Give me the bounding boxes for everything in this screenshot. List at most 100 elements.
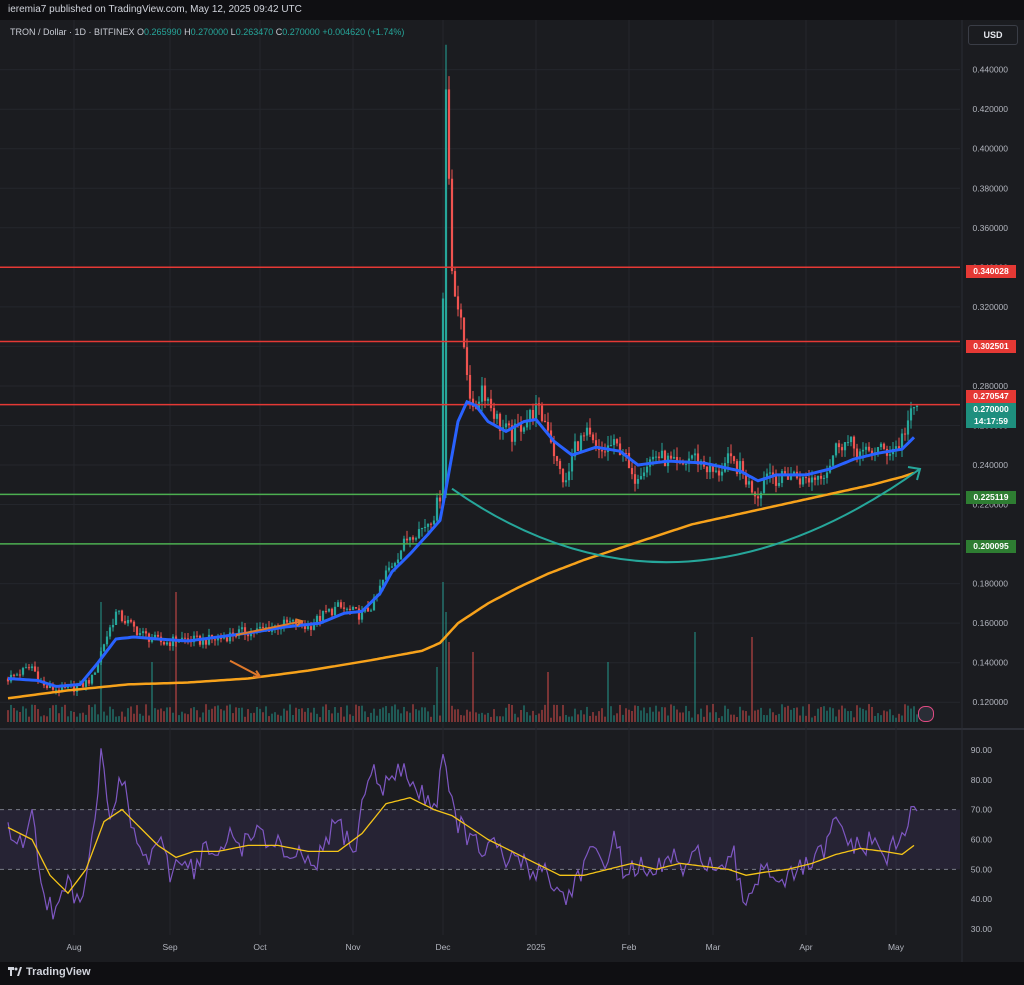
volume-bar: [688, 711, 690, 722]
candle-body: [705, 466, 709, 473]
rsi-tick-label: 90.00: [971, 745, 993, 755]
volume-bar: [262, 712, 264, 722]
candle-body: [156, 634, 160, 637]
rsi-tick-label: 50.00: [971, 864, 993, 874]
price-tick-label: 0.440000: [973, 65, 1009, 75]
time-tick-label: Mar: [706, 942, 721, 952]
candle-body: [639, 476, 643, 480]
volume-bar: [904, 704, 906, 722]
chart-canvas[interactable]: 0.440000 0.420000 0.400000 0.380000 0.360000…: [0, 0, 1024, 985]
candle-body: [420, 527, 424, 530]
volume-bar: [409, 712, 411, 722]
candle-body: [801, 477, 805, 485]
tradingview-logo[interactable]: TradingView: [8, 966, 91, 978]
candle-body: [585, 427, 589, 436]
volume-bar: [658, 711, 660, 722]
volume-bar: [310, 712, 312, 722]
candle-body: [672, 456, 676, 459]
volume-bar: [670, 704, 672, 722]
volume-bar: [529, 715, 531, 722]
volume-bar: [322, 706, 324, 722]
volume-bar: [361, 705, 363, 722]
volume-bar: [586, 706, 588, 722]
volume-bar: [202, 712, 204, 722]
time-tick-label: Dec: [435, 942, 451, 952]
volume-bar: [142, 715, 144, 722]
volume-bar: [880, 715, 882, 722]
volume-bar: [886, 711, 888, 722]
volume-bar: [763, 714, 765, 722]
volume-bar: [802, 706, 804, 722]
volume-bar: [673, 705, 675, 722]
currency-button[interactable]: USD: [968, 25, 1018, 45]
volume-bar: [814, 715, 816, 722]
volume-bar: [604, 716, 606, 722]
volume-bar: [859, 707, 861, 722]
candle-body: [195, 635, 199, 637]
brand-name: TradingView: [26, 966, 91, 978]
volume-bar: [700, 708, 702, 722]
symbol-legend: TRON / Dollar · 1D · BITFINEX O0.265990 …: [10, 27, 404, 37]
candle-body: [456, 296, 460, 310]
volume-bar: [610, 706, 612, 722]
volume-bar: [25, 708, 27, 722]
candle-body: [105, 636, 109, 645]
candle-body: [915, 405, 919, 407]
open-value: 0.265990: [144, 27, 182, 37]
candle-body: [120, 610, 124, 622]
volume-bar: [193, 707, 195, 722]
time-tick-label: Aug: [66, 942, 81, 952]
volume-bar: [85, 714, 87, 722]
volume-bar: [97, 714, 99, 722]
volume-bar: [298, 708, 300, 722]
candle-body: [807, 478, 811, 483]
candle-body: [117, 610, 121, 612]
candle-body: [819, 475, 823, 479]
volume-bar: [130, 706, 132, 722]
candle-body: [141, 631, 145, 634]
candle-body: [426, 523, 430, 527]
volume-bar: [256, 707, 258, 722]
volume-bar: [241, 707, 243, 722]
candle-body: [18, 674, 22, 676]
volume-bar: [16, 710, 18, 722]
candle-body: [642, 472, 646, 477]
candle-body: [564, 480, 568, 483]
volume-bar: [772, 712, 774, 722]
volume-bar: [376, 715, 378, 722]
volume-bar: [601, 708, 603, 722]
candle-body: [168, 642, 172, 647]
volume-bar: [232, 713, 234, 722]
candle-body: [21, 668, 25, 675]
volume-bar: [163, 711, 165, 722]
volume-bar: [58, 713, 60, 722]
volume-bar: [394, 704, 396, 722]
volume-bar: [358, 706, 360, 722]
volume-bar: [877, 713, 879, 722]
volume-bar: [442, 582, 444, 722]
volume-bar: [721, 716, 723, 722]
volume-bar: [514, 713, 516, 722]
candle-body: [720, 471, 724, 476]
volume-bar: [289, 704, 291, 722]
candle-body: [570, 456, 574, 472]
price-tick-label: 0.360000: [973, 223, 1009, 233]
volume-bar: [79, 713, 81, 722]
volume-bar: [265, 706, 267, 722]
candle-body: [558, 461, 562, 469]
volume-bar: [277, 714, 279, 722]
price-tick-label: 0.160000: [973, 618, 1009, 628]
volume-bar: [43, 715, 45, 722]
candle-body: [684, 463, 688, 465]
volume-bar: [799, 715, 801, 722]
candle-body: [906, 420, 910, 435]
volume-bar: [400, 713, 402, 722]
volume-bar: [190, 708, 192, 722]
alert-icon[interactable]: [918, 706, 934, 722]
candle-body: [369, 610, 373, 612]
volume-bar: [856, 705, 858, 722]
candle-body: [495, 413, 499, 419]
volume-bar: [73, 711, 75, 722]
volume-bar: [112, 709, 114, 722]
candle-body: [504, 423, 508, 428]
